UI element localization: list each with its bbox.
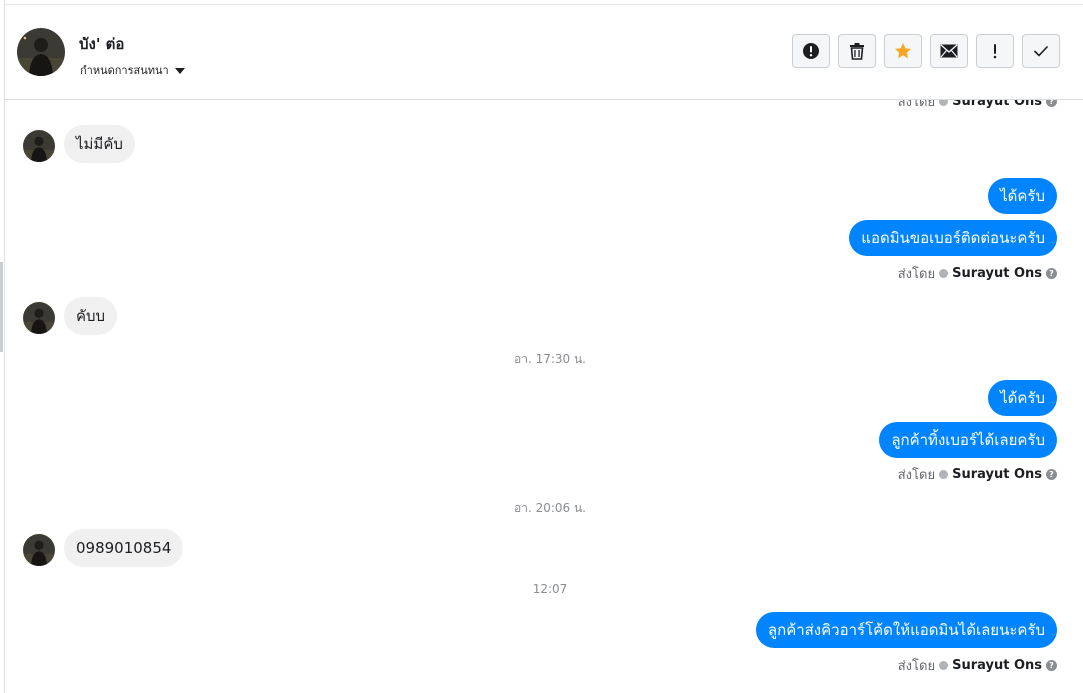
sent-by-label: ส่งโดย (897, 100, 936, 110)
contact-avatar-small[interactable] (23, 534, 55, 566)
caret-down-icon (174, 67, 185, 74)
check-icon (939, 100, 949, 106)
pane-resize-handle[interactable] (0, 262, 3, 352)
envelope-icon (940, 44, 958, 58)
star-button[interactable] (884, 34, 922, 68)
sent-by-label: ส่งโดย (897, 468, 936, 483)
agent-name[interactable]: Surayut Ons (952, 266, 1042, 281)
question-icon[interactable]: ? (1046, 100, 1057, 107)
message-thread[interactable]: ส่งโดย Surayut Ons ? ไม่มีคับ ได้ครับ แอ… (5, 100, 1083, 693)
contact-name: บัง' ต่อ (79, 35, 125, 53)
timestamp: อา. 20:06 น. (514, 501, 586, 515)
conversation-toolbar (792, 34, 1060, 68)
incoming-message[interactable]: คับบ (64, 297, 118, 335)
star-icon (895, 43, 911, 59)
check-icon (939, 470, 949, 479)
question-icon[interactable]: ? (1046, 660, 1057, 671)
check-icon (939, 661, 949, 670)
follow-up-button[interactable] (976, 34, 1014, 68)
question-icon[interactable]: ? (1046, 469, 1057, 480)
check-icon (939, 269, 949, 278)
checkmark-icon (1033, 45, 1049, 57)
agent-name[interactable]: Surayut Ons (952, 100, 1042, 109)
outgoing-message[interactable]: ได้ครับ (988, 178, 1057, 214)
sent-by-label: ส่งโดย (897, 659, 936, 674)
outgoing-message[interactable]: แอดมินขอเบอร์ติดต่อนะครับ (849, 220, 1057, 256)
contact-avatar[interactable] (17, 28, 65, 76)
contact-avatar-small[interactable] (23, 130, 55, 162)
exclamation-icon (993, 44, 997, 59)
trash-icon (850, 43, 864, 60)
sent-by-line: ส่งโดย Surayut Ons ? (898, 100, 1057, 112)
sent-by-label: ส่งโดย (897, 267, 936, 282)
timestamp: 12:07 (532, 582, 568, 596)
outgoing-message[interactable]: ลูกค้าส่งคิวอาร์โค้ดให้แอดมินได้เลยนะครั… (755, 612, 1057, 648)
incoming-message[interactable]: ไม่มีคับ (64, 125, 135, 163)
conversation-header: บัง' ต่อ กำหนดการสนทนา (5, 5, 1083, 100)
sent-by-line: ส่งโดย Surayut Ons ? (898, 464, 1057, 485)
agent-name[interactable]: Surayut Ons (952, 467, 1042, 482)
delete-button[interactable] (838, 34, 876, 68)
spam-button[interactable] (792, 34, 830, 68)
outgoing-message[interactable]: ลูกค้าทิ้งเบอร์ได้เลยครับ (879, 422, 1057, 458)
incoming-message[interactable]: 0989010854 (64, 529, 184, 567)
mark-done-button[interactable] (1022, 34, 1060, 68)
question-icon[interactable]: ? (1046, 268, 1057, 279)
assign-conversation-dropdown[interactable]: กำหนดการสนทนา (80, 61, 185, 79)
sent-by-line: ส่งโดย Surayut Ons ? (898, 263, 1057, 284)
outgoing-message[interactable]: ได้ครับ (988, 380, 1057, 416)
assign-conversation-label: กำหนดการสนทนา (80, 64, 169, 77)
mark-unread-button[interactable] (930, 34, 968, 68)
sent-by-line: ส่งโดย Surayut Ons ? (898, 655, 1057, 676)
exclamation-circle-icon (803, 43, 819, 59)
timestamp: อา. 17:30 น. (514, 352, 586, 366)
agent-name[interactable]: Surayut Ons (952, 658, 1042, 673)
contact-avatar-small[interactable] (23, 302, 55, 334)
